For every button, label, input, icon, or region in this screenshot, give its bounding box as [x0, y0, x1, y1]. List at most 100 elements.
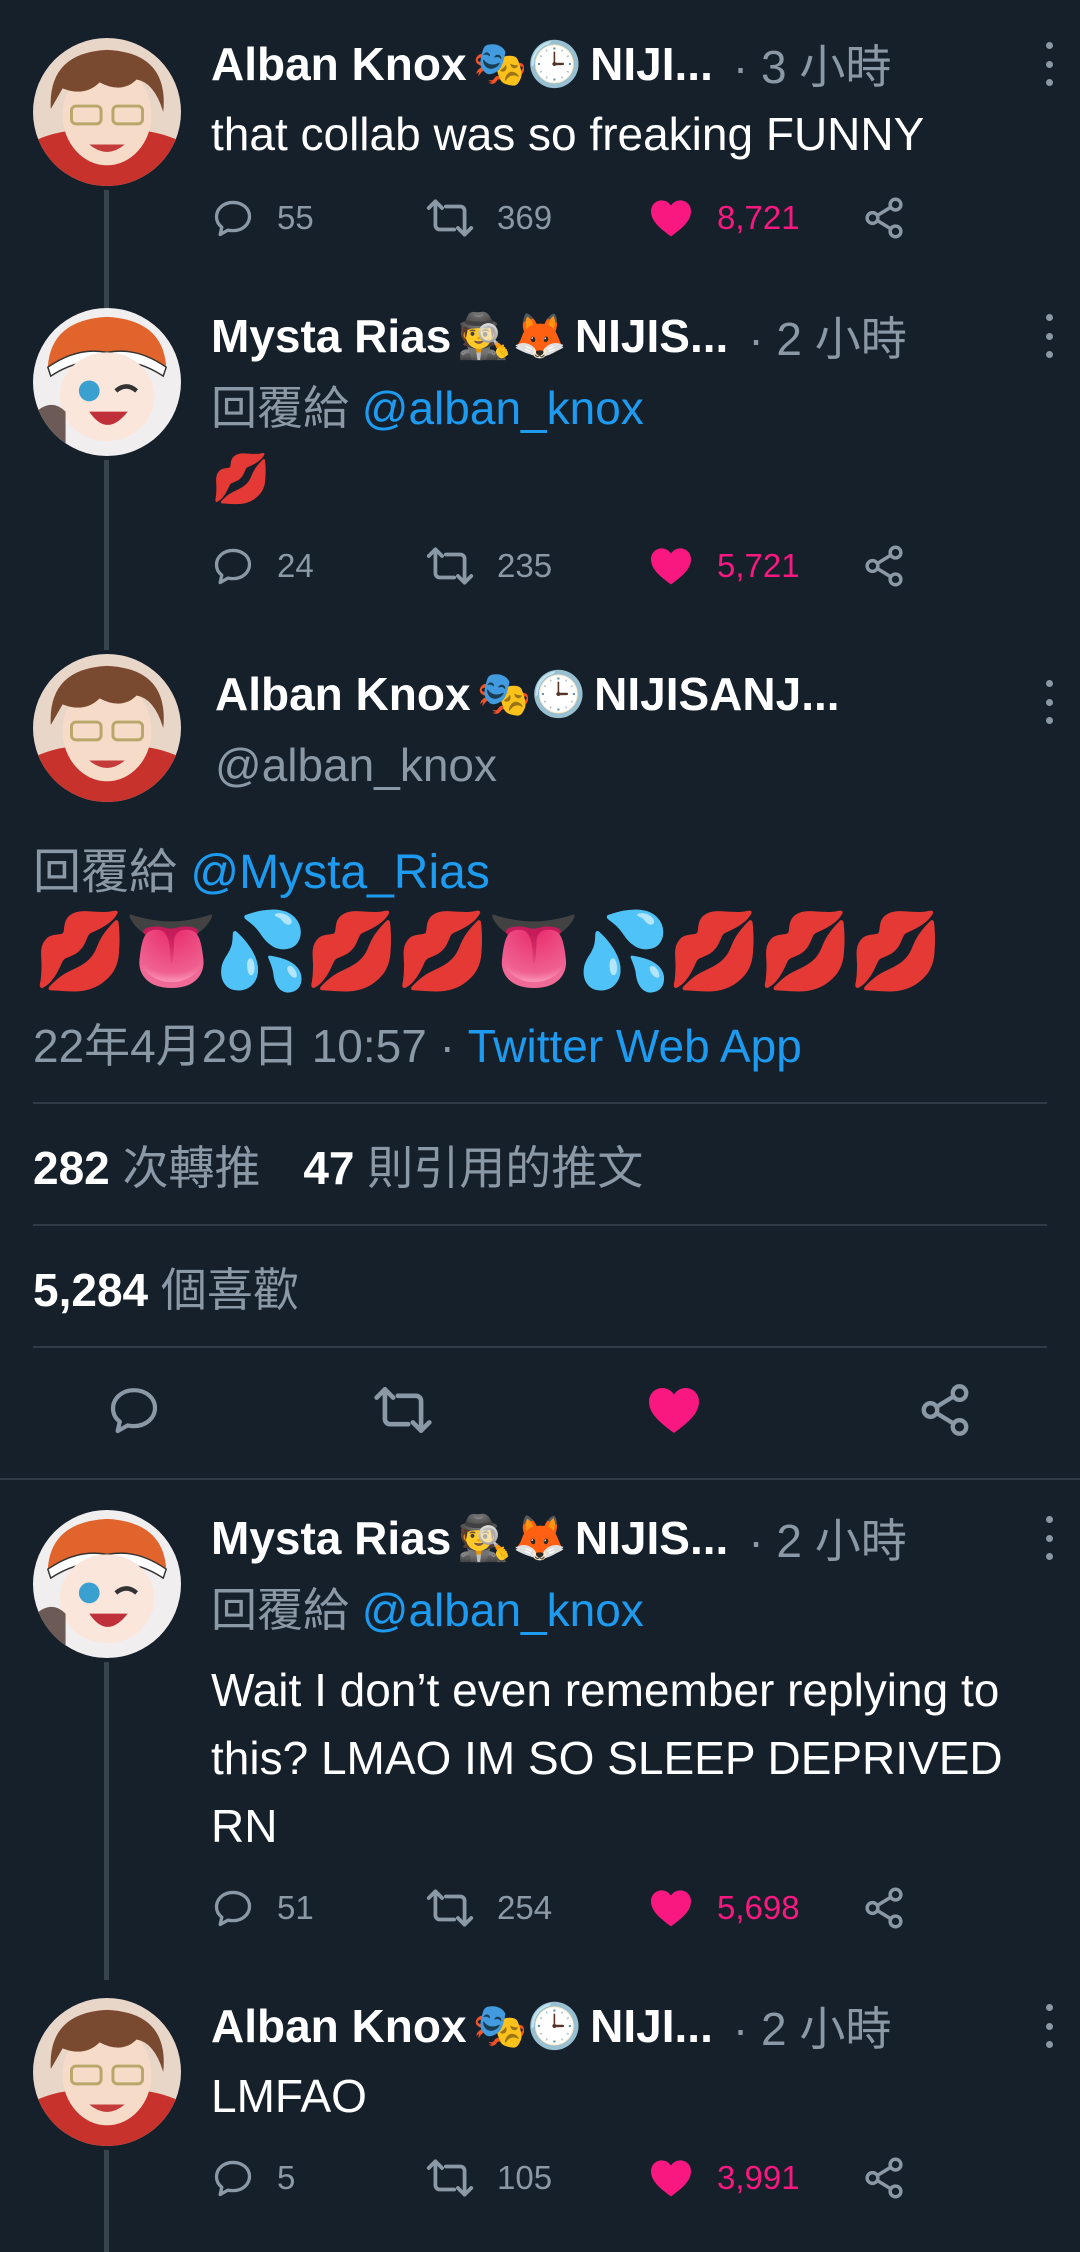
like-button[interactable]: 5,721 — [647, 536, 800, 596]
reply-button[interactable] — [106, 1380, 162, 1440]
avatar[interactable] — [33, 1510, 181, 1658]
tweet[interactable]: Mysta Rias 🕵🦊 NIJIS... · 2 小時 回覆給 @alban… — [0, 300, 1080, 650]
tweet-text: 💋👅💦💋💋👅💦💋💋💋 — [33, 909, 943, 994]
share-button[interactable] — [916, 1380, 974, 1440]
reply-prefix: 回覆給 — [33, 846, 178, 899]
thread-line — [104, 300, 109, 308]
share-button[interactable] — [861, 2148, 907, 2208]
name-affiliation: NIJIS... — [574, 310, 729, 362]
reply-button[interactable]: 24 — [211, 536, 314, 596]
reply-tweet[interactable]: Mysta Rias 🕵🦊 NIJIS... · 2 小時 回覆給 @alban… — [0, 1480, 1080, 1980]
more-options-icon[interactable] — [1044, 680, 1054, 724]
retweet-icon — [425, 193, 475, 243]
like-button[interactable]: 3,991 — [647, 2148, 800, 2208]
retweet-count: 254 — [497, 1889, 553, 1926]
tweet-datetime[interactable]: 22年4月29日 10:57 · — [33, 1020, 455, 1072]
reply-count: 24 — [277, 547, 314, 584]
retweets-stat[interactable]: 282 次轉推 — [33, 1142, 273, 1194]
reply-icon — [211, 544, 255, 588]
user-handle[interactable]: @alban_knox — [215, 738, 497, 792]
name-affiliation: NIJI... — [590, 38, 713, 90]
display-name[interactable]: Alban Knox — [211, 37, 467, 91]
like-total: 5,284 — [33, 1264, 149, 1316]
retweet-icon — [425, 541, 475, 591]
display-name[interactable]: Alban Knox — [215, 667, 471, 721]
reply-prefix: 回覆給 — [211, 382, 349, 434]
main-action-bar — [0, 1380, 1080, 1450]
tweet-header: Alban Knox 🎭🕒 NIJI... · 2 小時 — [211, 1994, 1060, 2058]
timestamp[interactable]: · 3 小時 — [733, 31, 891, 97]
name-emoji: 🎭🕒 — [472, 2001, 583, 2052]
share-icon — [861, 195, 907, 241]
reply-count: 51 — [277, 1889, 314, 1926]
retweet-button[interactable]: 235 — [425, 536, 552, 596]
tweet-meta: 22年4月29日 10:57 · Twitter Web App — [33, 1010, 802, 1076]
action-bar: 51 254 5,698 — [211, 1878, 971, 1938]
likes-stat[interactable]: 5,284 個喜歡 — [33, 1254, 299, 1320]
share-button[interactable] — [861, 188, 907, 248]
timestamp[interactable]: · 2 小時 — [748, 1505, 906, 1571]
reply-icon — [106, 1382, 162, 1438]
like-count: 8,721 — [717, 199, 800, 236]
quotes-stat[interactable]: 47 則引用的推文 — [303, 1142, 643, 1194]
name-affiliation: NIJISANJ... — [594, 668, 840, 720]
more-options-icon[interactable] — [1044, 1516, 1054, 1560]
tweet-source-link[interactable]: Twitter Web App — [468, 1020, 802, 1072]
reply-icon — [211, 2156, 255, 2200]
share-icon — [916, 1381, 974, 1439]
avatar[interactable] — [33, 654, 181, 802]
reply-button[interactable]: 51 — [211, 1878, 314, 1938]
tweet[interactable]: Alban Knox 🎭🕒 NIJI... · 3 小時 that collab… — [0, 0, 1080, 320]
heart-icon — [647, 542, 695, 590]
reply-prefix: 回覆給 — [211, 1584, 349, 1636]
avatar[interactable] — [33, 308, 181, 456]
retweet-button[interactable] — [372, 1380, 434, 1440]
action-bar: 24 235 5,721 — [211, 536, 971, 596]
timestamp[interactable]: · 2 小時 — [748, 303, 906, 369]
reply-button[interactable]: 55 — [211, 188, 314, 248]
like-button[interactable]: 5,698 — [647, 1878, 800, 1938]
retweet-button[interactable]: 369 — [425, 188, 552, 248]
name-emoji: 🎭🕒 — [472, 39, 583, 90]
share-button[interactable] — [861, 1878, 907, 1938]
action-bar: 55 369 8,721 — [211, 188, 971, 248]
retweet-button[interactable]: 254 — [425, 1878, 552, 1938]
like-button[interactable]: 8,721 — [647, 188, 800, 248]
heart-icon — [647, 1884, 695, 1932]
retweet-label: 次轉推 — [122, 1142, 261, 1194]
retweet-button[interactable]: 105 — [425, 2148, 552, 2208]
reply-handle-link[interactable]: @alban_knox — [362, 382, 644, 434]
like-count: 3,991 — [717, 2159, 800, 2196]
display-name[interactable]: Mysta Rias — [211, 309, 451, 363]
display-name[interactable]: Mysta Rias — [211, 1511, 451, 1565]
name-emoji: 🕵🦊 — [457, 311, 567, 362]
retweet-icon — [372, 1379, 434, 1441]
reply-tweet[interactable]: Alban Knox 🎭🕒 NIJI... · 2 小時 LMFAO 5 105… — [0, 1980, 1080, 2252]
share-button[interactable] — [861, 536, 907, 596]
reply-button[interactable]: 5 — [211, 2148, 295, 2208]
quote-total: 47 — [303, 1142, 355, 1194]
thread-line — [104, 460, 109, 650]
tweet-header: Mysta Rias 🕵🦊 NIJIS... · 2 小時 — [211, 1506, 1060, 1570]
share-icon — [861, 543, 907, 589]
more-options-icon[interactable] — [1044, 2004, 1054, 2048]
tweet-header: Alban Knox 🎭🕒 NIJISANJ... — [215, 662, 1060, 726]
avatar[interactable] — [33, 1998, 181, 2146]
share-icon — [861, 2155, 907, 2201]
display-name[interactable]: Alban Knox — [211, 1999, 467, 2053]
replying-to: 回覆給 @alban_knox — [211, 1574, 644, 1640]
reply-handle-link[interactable]: @alban_knox — [362, 1584, 644, 1636]
tweet-text: 💋 — [211, 453, 271, 506]
avatar[interactable] — [33, 38, 181, 186]
more-options-icon[interactable] — [1044, 314, 1054, 358]
reply-handle-link[interactable]: @Mysta_Rias — [190, 846, 489, 899]
name-emoji: 🕵🦊 — [457, 1513, 567, 1564]
more-options-icon[interactable] — [1044, 42, 1054, 86]
like-button[interactable] — [644, 1380, 704, 1440]
timestamp[interactable]: · 2 小時 — [733, 1993, 891, 2059]
name-emoji: 🎭🕒 — [476, 669, 587, 720]
retweet-count: 369 — [497, 199, 553, 236]
main-tweet: Alban Knox 🎭🕒 NIJISANJ... @alban_knox 回覆… — [0, 650, 1080, 1480]
heart-icon — [644, 1380, 704, 1440]
share-icon — [861, 1885, 907, 1931]
